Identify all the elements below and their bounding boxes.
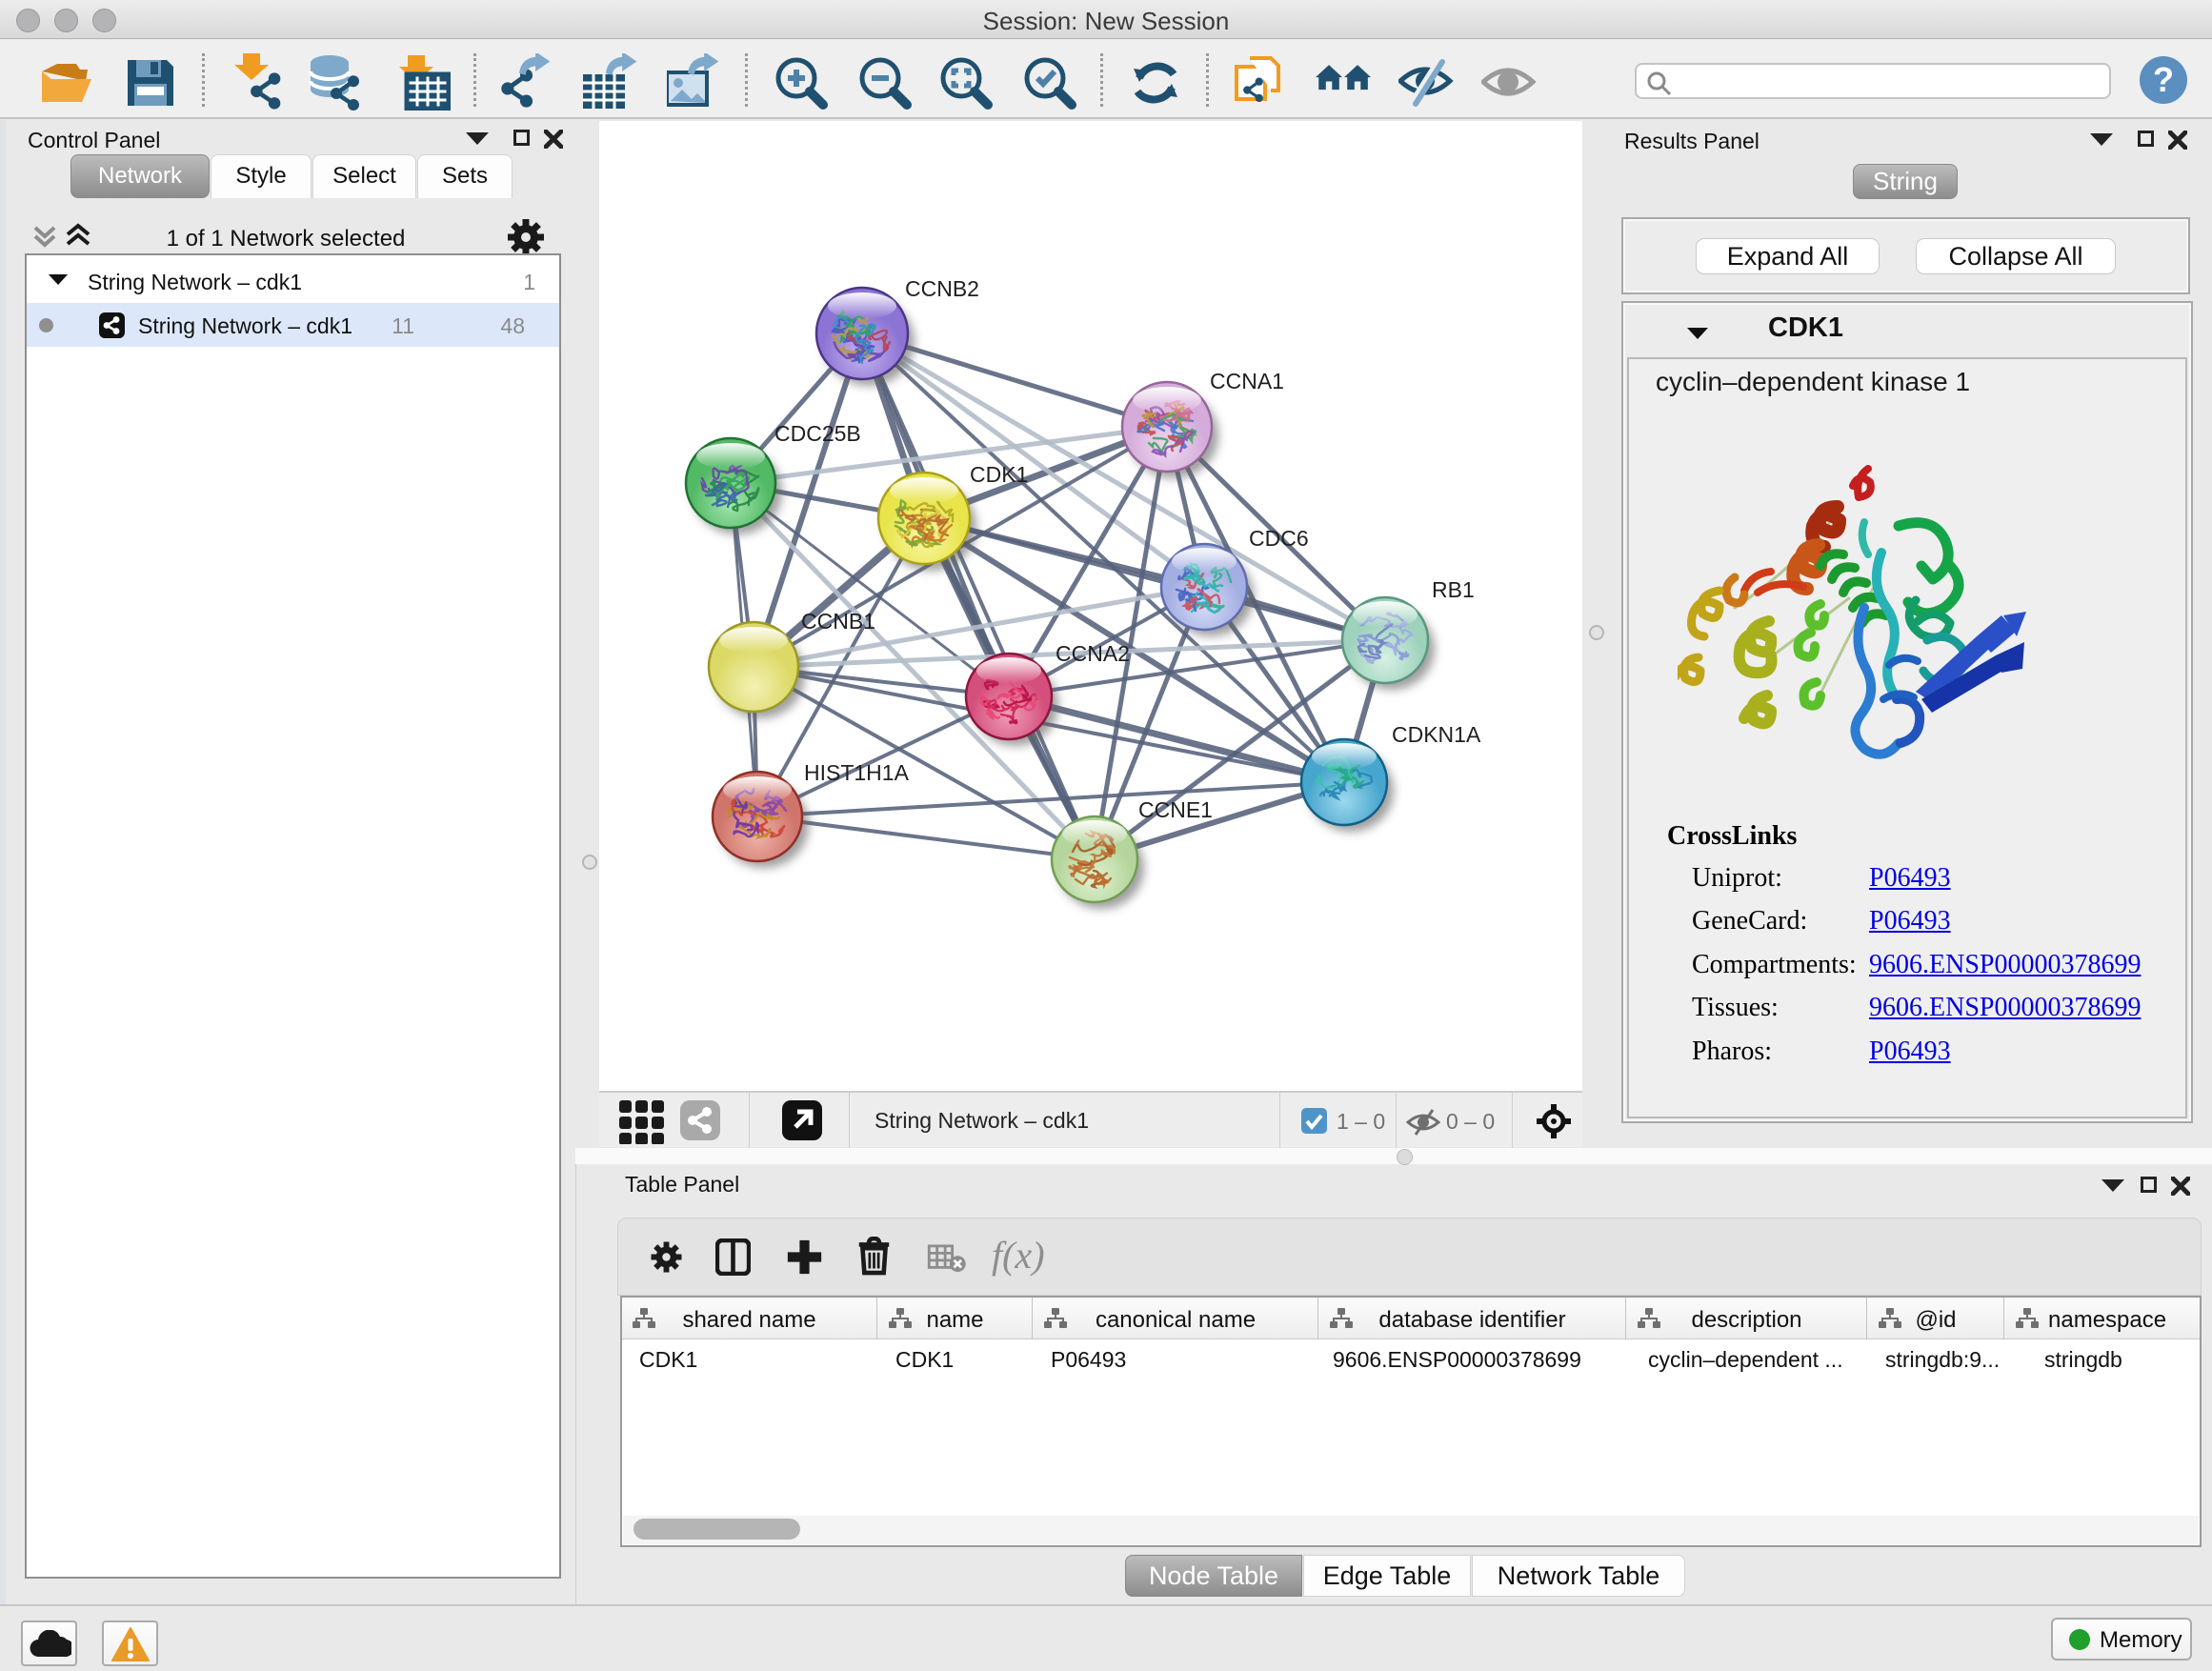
svg-text:CDC6: CDC6 [1249, 526, 1309, 551]
svg-text:CCNE1: CCNE1 [1138, 797, 1213, 822]
svg-text:CCNB2: CCNB2 [905, 276, 979, 301]
svg-text:RB1: RB1 [1432, 577, 1475, 602]
svg-text:CCNB1: CCNB1 [801, 609, 875, 634]
svg-text:CCNA1: CCNA1 [1210, 369, 1284, 393]
svg-text:CDC25B: CDC25B [774, 421, 861, 446]
svg-text:CDKN1A: CDKN1A [1392, 722, 1481, 747]
svg-text:CDK1: CDK1 [970, 462, 1028, 487]
svg-text:?: ? [2153, 60, 2174, 99]
svg-text:HIST1H1A: HIST1H1A [804, 760, 910, 785]
svg-text:CCNA2: CCNA2 [1056, 641, 1130, 666]
